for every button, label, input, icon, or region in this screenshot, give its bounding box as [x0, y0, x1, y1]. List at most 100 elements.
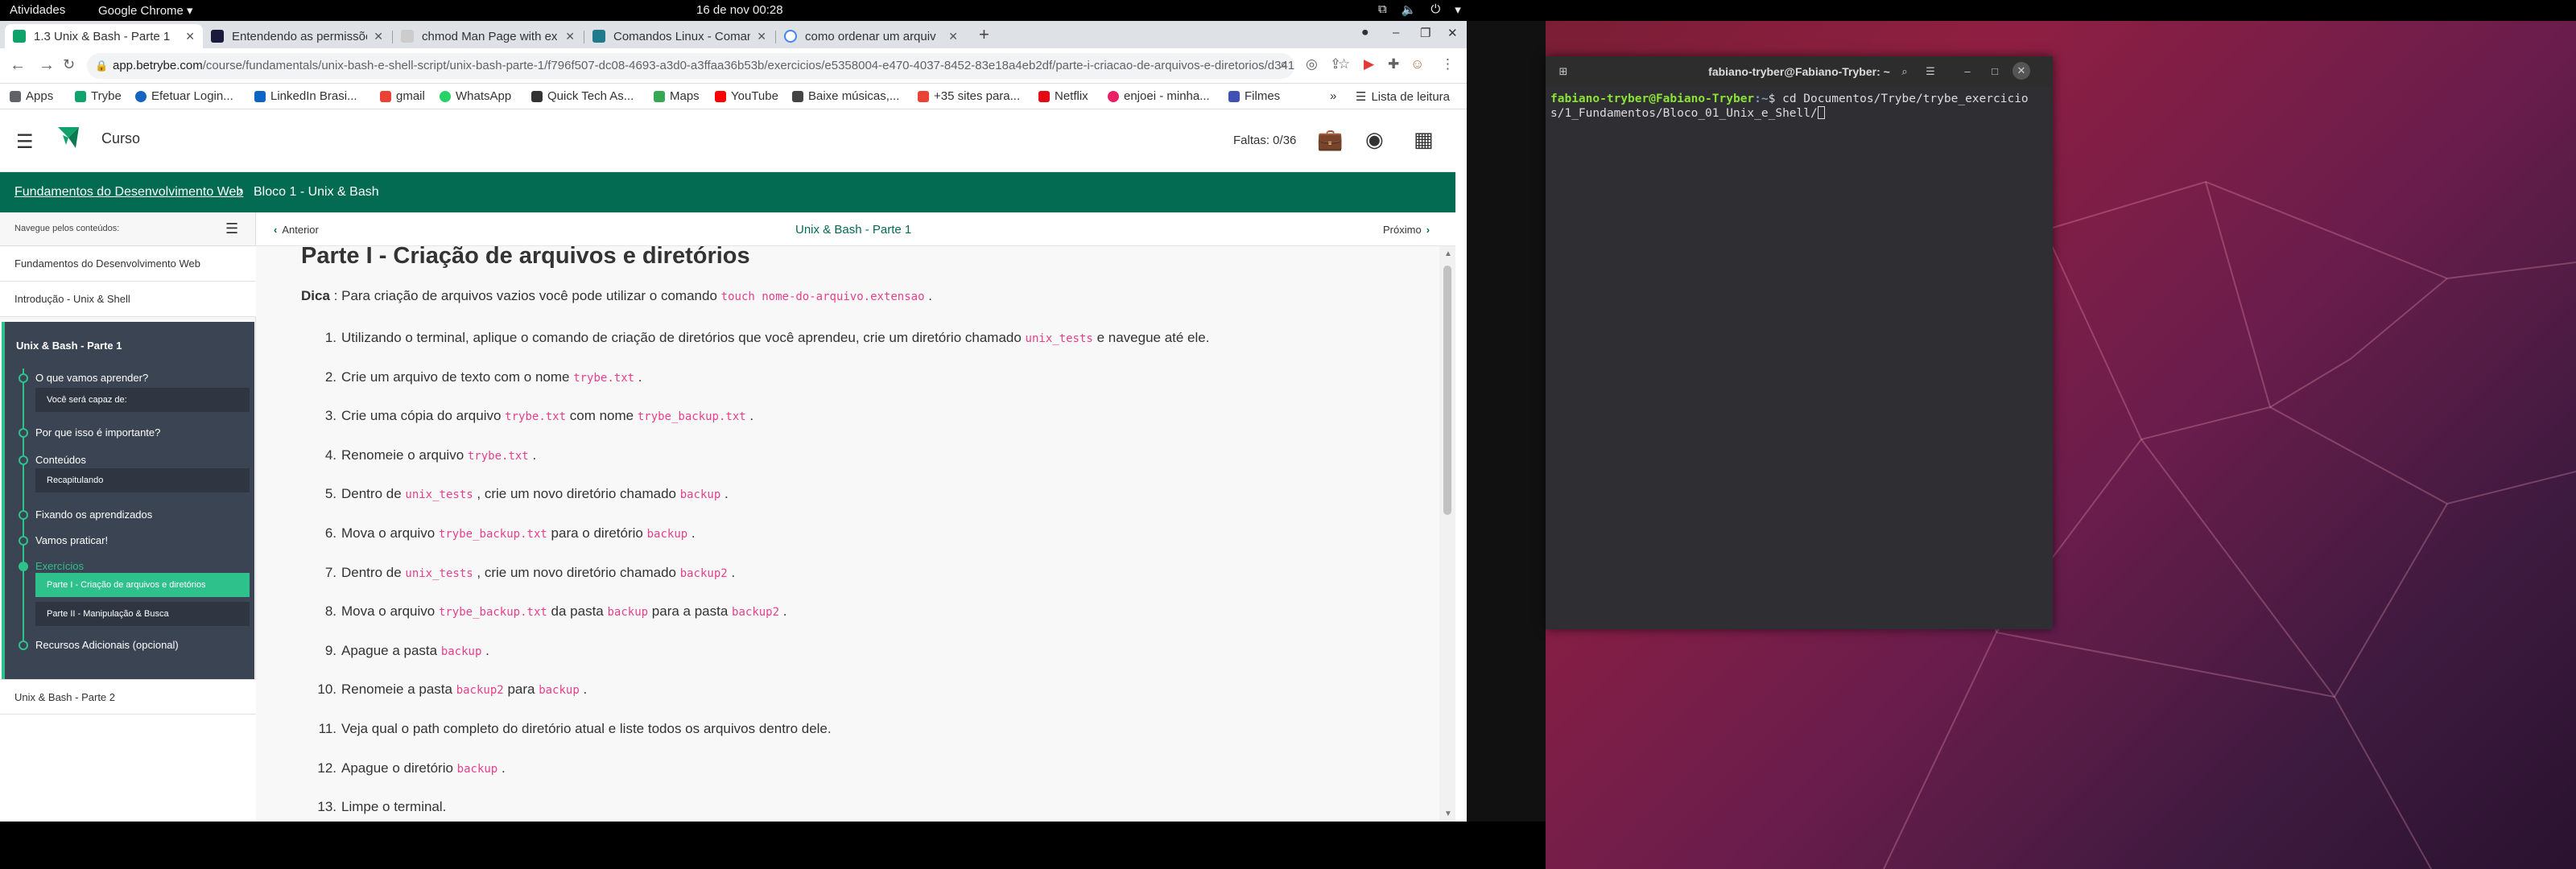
breadcrumb-link[interactable]: Fundamentos do Desenvolvimento Web: [14, 185, 243, 200]
maximize-button[interactable]: □: [1985, 62, 2004, 81]
bookmark-sites[interactable]: +35 sites para...: [918, 89, 1020, 103]
step-text: , crie um novo diretório chamado: [473, 564, 680, 580]
section-fixando[interactable]: Fixando os aprendizados: [35, 509, 152, 521]
next-button[interactable]: Próximo ›: [1383, 224, 1430, 236]
prompt-path: :~: [1754, 93, 1769, 105]
bookmark-trybe[interactable]: Trybe: [75, 89, 122, 103]
scroll-up-icon[interactable]: ▲: [1444, 249, 1452, 258]
system-tray[interactable]: ⧉ 🔈 ⏻ ▾: [1378, 2, 1461, 17]
step-code: backup: [607, 606, 649, 620]
browser-tab[interactable]: como ordenar um arquiv ✕: [776, 24, 966, 48]
close-icon[interactable]: ✕: [757, 30, 766, 43]
section-recursos-adicionais[interactable]: Recursos Adicionais (opcional): [35, 639, 179, 651]
scroll-down-icon[interactable]: ▼: [1444, 809, 1452, 818]
trybe-page: ☰ Curso Faltas: 0/36 💼 ◉ ▦ Fundamentos d…: [0, 109, 1455, 822]
briefcase-icon[interactable]: 💼: [1317, 127, 1343, 152]
minimize-button[interactable]: –: [1393, 26, 1399, 39]
section-exercicios[interactable]: Exercícios: [35, 560, 84, 572]
step-text: Mova o arquivo: [341, 603, 439, 620]
browser-tab[interactable]: Entendendo as permissões ✕: [203, 24, 391, 48]
subsection-voce-sera-capaz[interactable]: Você será capaz de:: [35, 388, 250, 412]
section-conteudos[interactable]: Conteúdos: [35, 454, 86, 466]
subsection-parte-i[interactable]: Parte I - Criação de arquivos e diretóri…: [35, 573, 250, 597]
trybe-logo[interactable]: [55, 124, 82, 151]
bookmark-netflix[interactable]: Netflix: [1038, 89, 1088, 103]
record-icon[interactable]: ⏺: [1362, 26, 1368, 39]
close-icon[interactable]: ✕: [565, 30, 575, 43]
scrollbar-thumb[interactable]: [1443, 266, 1451, 515]
bookmark-gmail[interactable]: gmail: [380, 89, 425, 103]
sidebar-item-parte-2[interactable]: Unix & Bash - Parte 2: [0, 679, 256, 715]
bookmark-filmes[interactable]: Filmes: [1228, 89, 1280, 103]
bookmark-whatsapp[interactable]: WhatsApp: [440, 89, 511, 103]
step-text: Renomeie o arquivo: [341, 447, 468, 463]
browser-tab[interactable]: chmod Man Page with ex ✕: [393, 24, 583, 48]
close-icon[interactable]: ✕: [185, 30, 195, 43]
sidebar-item-introducao[interactable]: Introdução - Unix & Shell: [0, 282, 256, 317]
profile-avatar[interactable]: ☺: [1410, 56, 1424, 72]
subsection-parte-ii[interactable]: Parte II - Manipulação & Busca: [35, 602, 250, 626]
address-bar[interactable]: 🔒 app.betrybe.com/course/fundamentals/uni…: [87, 53, 1294, 79]
sidebar-title: Navegue pelos conteúdos:: [14, 224, 120, 233]
bookmark-quicktech[interactable]: Quick Tech As...: [531, 89, 634, 103]
activities-button[interactable]: Atividades: [10, 3, 65, 17]
youtube-extension-icon[interactable]: ▶: [1364, 56, 1374, 72]
hamburger-menu-icon[interactable]: ☰: [16, 130, 34, 154]
trybe-favicon: [13, 30, 26, 43]
bookmark-music[interactable]: Baixe músicas,...: [792, 89, 899, 103]
active-module-title[interactable]: Unix & Bash - Parte 1: [16, 340, 122, 352]
reading-list-button[interactable]: ☰ Lista de leitura: [1356, 89, 1450, 105]
terminal-window[interactable]: ⊞ fabiano-tryber@Fabiano-Tryber: ~ ⌕ ☰ –…: [1546, 56, 2053, 629]
user-icon[interactable]: ◉: [1365, 127, 1384, 152]
bookmark-linkedin[interactable]: LinkedIn Brasi...: [254, 89, 357, 103]
close-button[interactable]: ✕: [2013, 62, 2030, 80]
section-vamos-praticar[interactable]: Vamos praticar!: [35, 534, 108, 546]
browser-tab[interactable]: Comandos Linux - Coman ✕: [584, 24, 774, 48]
bookmark-label: +35 sites para...: [934, 89, 1021, 103]
minimize-button[interactable]: –: [1958, 62, 1977, 81]
clock[interactable]: 16 de nov 00:28: [696, 3, 783, 17]
terminal-titlebar[interactable]: ⊞ fabiano-tryber@Fabiano-Tryber: ~ ⌕ ☰ –…: [1546, 56, 2053, 87]
section-por-que-importante[interactable]: Por que isso é importante?: [35, 426, 160, 439]
quicktech-icon: [531, 90, 543, 102]
subsection-recapitulando[interactable]: Recapitulando: [35, 468, 250, 492]
bookmark-label: gmail: [396, 89, 425, 103]
grid-apps-icon[interactable]: ▦: [1414, 127, 1434, 152]
filmes-icon: [1228, 90, 1240, 102]
scrollbar[interactable]: ▲ ▼: [1439, 246, 1455, 822]
forward-button[interactable]: →: [39, 56, 55, 75]
extensions-icon[interactable]: ✚: [1388, 56, 1399, 72]
close-icon[interactable]: ✕: [948, 30, 958, 43]
trybe-icon: [75, 90, 86, 102]
step-number: 6.: [324, 525, 336, 541]
bookmark-apps[interactable]: Apps: [10, 89, 53, 103]
sidebar-item-fundamentos[interactable]: Fundamentos do Desenvolvimento Web: [0, 246, 256, 282]
terminal-output[interactable]: fabiano-tryber@Fabiano-Tryber:~$ cd Docu…: [1546, 87, 2053, 629]
bookmark-enjoei[interactable]: enjoei - minha...: [1108, 89, 1210, 103]
bookmark-maps[interactable]: Maps: [654, 89, 700, 103]
bookmark-label: Netflix: [1055, 89, 1088, 103]
section-o-que-vamos-aprender[interactable]: O que vamos aprender?: [35, 372, 148, 384]
kebab-menu-icon[interactable]: ⋮: [1441, 56, 1455, 72]
new-tab-button[interactable]: +: [979, 24, 989, 45]
restore-button[interactable]: ❐: [1420, 26, 1430, 40]
previous-button[interactable]: ‹ Anterior: [274, 224, 319, 236]
zoom-icon[interactable]: ⌕: [1280, 56, 1288, 72]
close-icon[interactable]: ✕: [374, 30, 383, 43]
app-menu[interactable]: Google Chrome ▾: [98, 3, 193, 18]
reload-button[interactable]: ↻: [63, 56, 75, 73]
exercise-step: 8. Mova o arquivo trybe_backup.txt da pas…: [314, 603, 787, 620]
back-button[interactable]: ←: [10, 56, 26, 75]
bookmark-youtube[interactable]: YouTube: [715, 89, 778, 103]
bookmark-login[interactable]: Efetuar Login...: [135, 89, 233, 103]
search-icon[interactable]: ⌕: [1895, 62, 1914, 81]
course-label[interactable]: Curso: [101, 130, 140, 147]
close-button[interactable]: ✕: [1447, 26, 1458, 40]
bookmark-star-icon[interactable]: ☆: [1338, 56, 1350, 72]
more-bookmarks-button[interactable]: »: [1330, 89, 1336, 103]
eye-off-icon[interactable]: ◎: [1306, 56, 1318, 72]
menu-icon[interactable]: ☰: [1921, 62, 1940, 81]
browser-tab[interactable]: 1.3 Unix & Bash - Parte 1 ✕: [5, 24, 203, 48]
collapse-menu-icon[interactable]: ☰: [225, 220, 238, 237]
new-tab-icon[interactable]: ⊞: [1554, 62, 1573, 81]
